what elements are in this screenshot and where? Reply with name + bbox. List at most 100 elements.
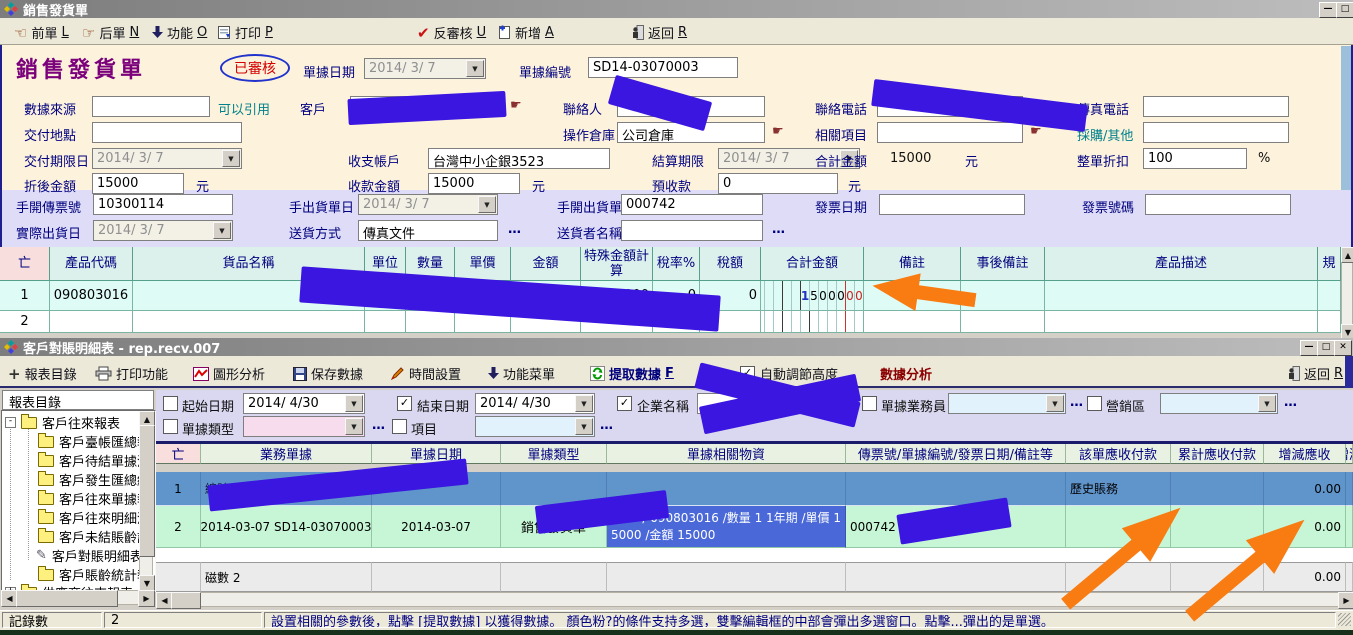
- tree-item[interactable]: 客戶臺帳匯總報: [38, 432, 150, 451]
- minimize-button[interactable]: —: [1319, 2, 1337, 18]
- manual-no-input[interactable]: 000742: [621, 194, 763, 215]
- address-input[interactable]: [92, 122, 242, 143]
- scroll-right-button[interactable]: ▶: [1338, 592, 1353, 609]
- return-button-w1[interactable]: 返回R: [632, 23, 687, 42]
- tree-item[interactable]: 客戶發生匯總統: [38, 470, 150, 489]
- chevron-down-icon[interactable]: ▼: [575, 418, 593, 435]
- discount-input[interactable]: 100: [1143, 148, 1247, 169]
- ship-date-select[interactable]: 2014/ 3/ 7▼: [93, 220, 233, 241]
- ship-method-input[interactable]: 傳真文件: [358, 220, 498, 241]
- collapse-icon[interactable]: -: [5, 417, 16, 428]
- doc-no-input[interactable]: SD14-03070003: [588, 57, 738, 78]
- unapprove-button[interactable]: ✔ 反審核U: [417, 23, 486, 42]
- end-date-checkbox[interactable]: ✓: [397, 396, 412, 411]
- salesman-checkbox[interactable]: [862, 396, 877, 411]
- report-catalog-button[interactable]: + 報表目錄: [8, 364, 77, 383]
- chevron-down-icon[interactable]: ▼: [213, 222, 231, 239]
- chevron-down-icon[interactable]: ▼: [478, 196, 496, 213]
- print-function-button[interactable]: 打印功能: [95, 364, 168, 383]
- region-more-button[interactable]: …: [1284, 395, 1297, 410]
- window1-titlebar[interactable]: 銷售發貨單: [0, 0, 1353, 18]
- scrollbar-thumb[interactable]: [139, 425, 155, 557]
- project-select[interactable]: ▼: [475, 416, 595, 437]
- salesman-more-button[interactable]: …: [1070, 395, 1083, 410]
- minimize-button[interactable]: —: [1300, 340, 1318, 356]
- prev-doc-button[interactable]: ☜ 前單L: [14, 23, 69, 42]
- graph-analysis-button[interactable]: 圖形分析: [193, 364, 265, 383]
- report-catalog-label: 報表目錄: [25, 364, 77, 383]
- scroll-down-button[interactable]: ▼: [139, 575, 155, 591]
- source-input[interactable]: [92, 96, 210, 117]
- next-doc-button[interactable]: ☞ 后單N: [82, 23, 139, 42]
- window2-titlebar[interactable]: 客戶對賬明細表 - rep.recv.007: [0, 338, 1353, 356]
- maximize-button[interactable]: □: [1317, 340, 1335, 356]
- close-button[interactable]: ✕: [1334, 340, 1352, 356]
- doc-date-select[interactable]: 2014/ 3/ 7▼: [364, 58, 486, 79]
- tree-item-selected[interactable]: ✎ 客戶對賬明細表: [36, 546, 143, 565]
- tree-item[interactable]: 客戶未結賬齡詳: [38, 527, 150, 546]
- chevron-down-icon[interactable]: ▼: [345, 395, 363, 412]
- total-value: 15000: [890, 151, 931, 166]
- project-input[interactable]: [877, 122, 1023, 143]
- fetch-data-button[interactable]: 提取數據F: [590, 364, 674, 383]
- received-input[interactable]: 15000: [428, 173, 520, 194]
- scroll-right-button[interactable]: ▶: [138, 590, 155, 607]
- account-input[interactable]: 台灣中小企銀3523: [428, 148, 610, 169]
- chevron-down-icon[interactable]: ▼: [222, 150, 240, 167]
- project-checkbox[interactable]: [392, 419, 407, 434]
- doctype-select[interactable]: ▼: [243, 416, 365, 437]
- function-menu-button[interactable]: 功能O: [152, 23, 207, 42]
- manual-date-select[interactable]: 2014/ 3/ 7▼: [358, 194, 498, 215]
- chevron-down-icon[interactable]: ▼: [1046, 395, 1064, 412]
- voucher-input[interactable]: 10300114: [93, 194, 233, 215]
- maximize-button[interactable]: □: [1336, 2, 1353, 18]
- invoice-date-input[interactable]: [879, 194, 1025, 215]
- enterprise-checkbox[interactable]: ✓: [617, 396, 632, 411]
- project-more-button[interactable]: …: [600, 418, 613, 433]
- warehouse-picker-icon[interactable]: ☛: [772, 124, 784, 139]
- shipper-more-button[interactable]: …: [772, 222, 785, 237]
- tree-connector: [10, 420, 12, 580]
- start-date-checkbox[interactable]: [163, 396, 178, 411]
- chevron-down-icon[interactable]: ▼: [1258, 395, 1276, 412]
- tree-item[interactable]: 客戶往來單據報: [38, 489, 150, 508]
- region-select[interactable]: ▼: [1160, 393, 1278, 414]
- doctype-more-button[interactable]: …: [372, 418, 385, 433]
- due-date-select[interactable]: 2014/ 3/ 7▼: [92, 148, 242, 169]
- chevron-down-icon[interactable]: ▼: [466, 60, 484, 77]
- prepay-input[interactable]: 0: [718, 173, 838, 194]
- scrollbar-thumb[interactable]: [171, 592, 201, 609]
- print-button[interactable]: 打印P: [217, 23, 273, 42]
- add-new-button[interactable]: 新增A: [497, 23, 554, 42]
- save-data-button[interactable]: 保存數據: [293, 364, 363, 383]
- region-checkbox[interactable]: [1087, 396, 1102, 411]
- start-date-select[interactable]: 2014/ 4/30▼: [243, 393, 365, 414]
- sidebar-header: 報表目錄: [2, 390, 154, 410]
- function-menu-button-w2[interactable]: 功能菜單: [488, 364, 555, 383]
- ship-method-more-button[interactable]: …: [508, 222, 521, 237]
- folder-icon: [38, 531, 54, 543]
- resize-grip[interactable]: [1338, 613, 1351, 626]
- approved-stamp: 已審核: [220, 54, 290, 82]
- chevron-down-icon[interactable]: ▼: [575, 395, 593, 412]
- folder-icon: [21, 417, 37, 429]
- doctype-checkbox[interactable]: [163, 419, 178, 434]
- chevron-down-icon[interactable]: ▼: [345, 418, 363, 435]
- tree-item[interactable]: 客戶待結單據清: [38, 451, 150, 470]
- end-date-select[interactable]: 2014/ 4/30▼: [475, 393, 595, 414]
- fax-input[interactable]: [1143, 96, 1289, 117]
- customer-picker-icon[interactable]: ☛: [510, 98, 522, 113]
- time-settings-button[interactable]: 時間設置: [390, 364, 461, 383]
- scrollbar-thumb[interactable]: [16, 590, 118, 607]
- salesman-select[interactable]: ▼: [948, 393, 1066, 414]
- tree-item[interactable]: 客戶往來明細清: [38, 508, 150, 527]
- discounted-input[interactable]: 15000: [92, 173, 184, 194]
- scroll-up-button[interactable]: ▲: [1341, 247, 1353, 263]
- invoice-no-input[interactable]: [1145, 194, 1291, 215]
- tree-item[interactable]: 客戶賬齡統計報: [38, 565, 150, 584]
- tree-item-customer-reports[interactable]: - 客戶往來報表: [5, 413, 120, 432]
- return-button-w2[interactable]: 返回R: [1288, 364, 1343, 383]
- procure-input[interactable]: [1143, 122, 1289, 143]
- data-analysis-button[interactable]: 數據分析: [880, 364, 932, 383]
- shipper-input[interactable]: [621, 220, 763, 241]
